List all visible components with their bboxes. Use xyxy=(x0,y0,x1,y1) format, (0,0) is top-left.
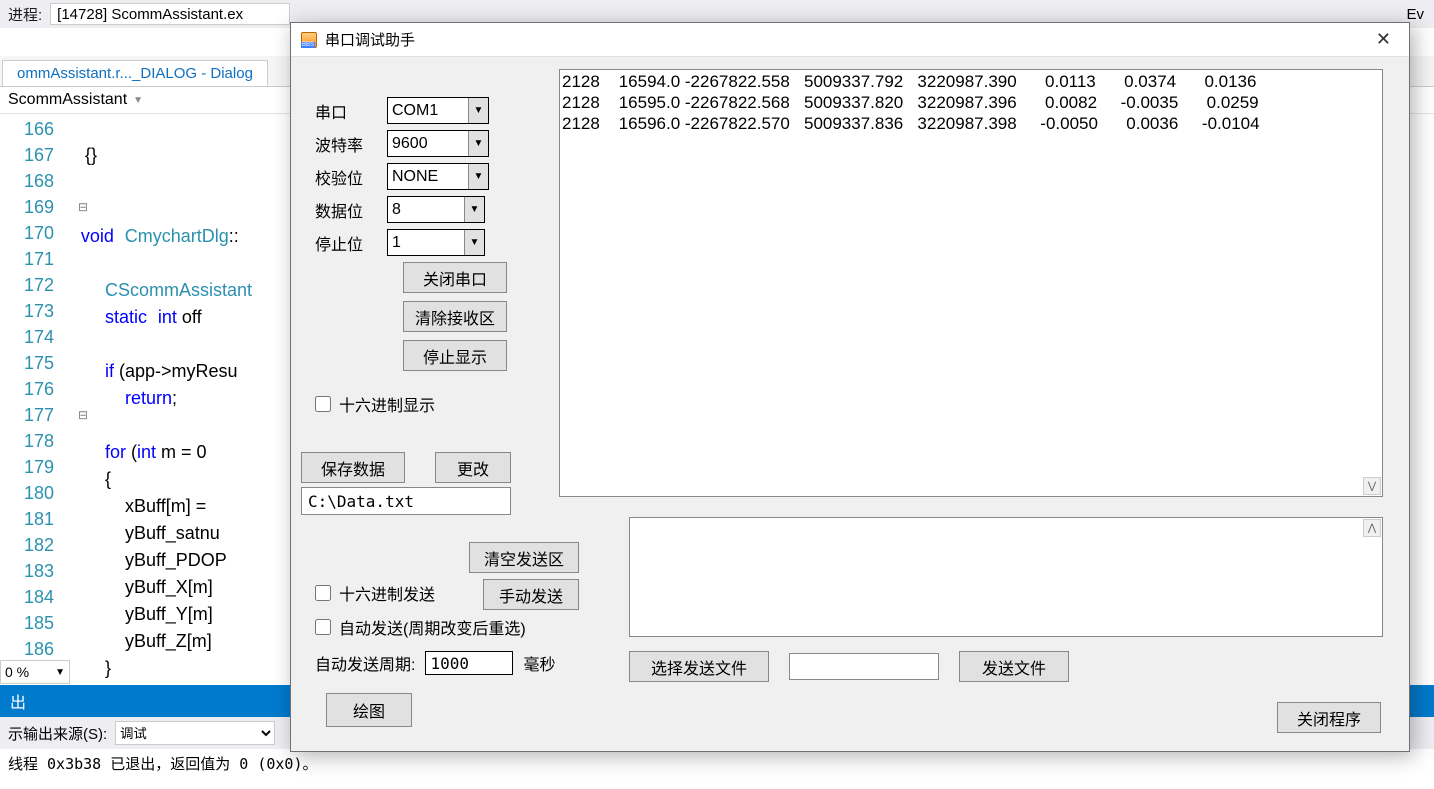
save-row: 保存数据 更改 xyxy=(301,452,511,483)
auto-send-label: 自动发送(周期改变后重选) xyxy=(339,615,526,639)
save-data-button[interactable]: 保存数据 xyxy=(301,452,405,483)
stopbits-label: 停止位 xyxy=(315,231,387,255)
right-label: Ev xyxy=(1406,6,1424,23)
line-number-gutter: 166 167 168 169 170 171 172 173 174 175 … xyxy=(0,116,70,659)
serial-debug-dialog: 串口调试助手 ✕ 串口 COM1▼ 波特率 9600▼ 校验位 NONE▼ 数据… xyxy=(290,22,1410,752)
zoom-combo[interactable]: 0 %▼ xyxy=(0,660,70,684)
close-icon[interactable]: ✕ xyxy=(1368,27,1399,52)
period-unit: 毫秒 xyxy=(523,651,555,675)
port-select[interactable]: COM1▼ xyxy=(387,97,489,124)
period-label: 自动发送周期: xyxy=(315,651,415,675)
clear-recv-button[interactable]: 清除接收区 xyxy=(403,301,507,332)
scroll-up-icon[interactable]: ⋀ xyxy=(1363,519,1381,537)
baud-select[interactable]: 9600▼ xyxy=(387,130,489,157)
period-input[interactable] xyxy=(425,651,513,675)
dialog-titlebar[interactable]: 串口调试助手 ✕ xyxy=(291,23,1409,57)
close-port-button[interactable]: 关闭串口 xyxy=(403,262,507,293)
clear-send-button[interactable]: 清空发送区 xyxy=(469,542,579,573)
auto-send-checkbox-row: 自动发送(周期改变后重选) xyxy=(315,615,526,639)
port-label: 串口 xyxy=(315,99,387,123)
close-program-button[interactable]: 关闭程序 xyxy=(1277,702,1381,733)
hex-send-checkbox-row: 十六进制发送 xyxy=(315,581,435,605)
hex-send-checkbox[interactable] xyxy=(315,585,331,601)
chevron-down-icon: ▼ xyxy=(468,98,488,123)
auto-send-checkbox[interactable] xyxy=(315,619,331,635)
parity-select[interactable]: NONE▼ xyxy=(387,163,489,190)
dialog-body: 串口 COM1▼ 波特率 9600▼ 校验位 NONE▼ 数据位 8▼ 停止位 … xyxy=(291,57,1409,751)
process-combo[interactable] xyxy=(50,3,290,25)
hex-display-checkbox-row: 十六进制显示 xyxy=(315,392,435,416)
chevron-down-icon: ▼ xyxy=(464,230,484,255)
fold-icon[interactable]: ⊟ xyxy=(78,194,88,220)
chevron-down-icon[interactable]: ▼ xyxy=(133,95,143,106)
serial-config: 串口 COM1▼ 波特率 9600▼ 校验位 NONE▼ 数据位 8▼ 停止位 … xyxy=(315,97,489,262)
parity-label: 校验位 xyxy=(315,165,387,189)
baud-label: 波特率 xyxy=(315,132,387,156)
hex-send-label: 十六进制发送 xyxy=(339,581,435,605)
period-row: 自动发送周期: 毫秒 xyxy=(315,651,555,675)
hex-display-checkbox[interactable] xyxy=(315,396,331,412)
file-path-display xyxy=(789,653,939,680)
databits-select[interactable]: 8▼ xyxy=(387,196,485,223)
output-source-select[interactable]: 调试 xyxy=(115,721,275,745)
chevron-down-icon: ▼ xyxy=(468,164,488,189)
send-control-buttons: 清空发送区 手动发送 xyxy=(469,542,579,610)
scroll-down-icon[interactable]: ⋁ xyxy=(1363,477,1381,495)
dialog-title: 串口调试助手 xyxy=(325,29,415,50)
receive-textarea[interactable]: 2128 16594.0 -2267822.558 5009337.792 32… xyxy=(559,69,1383,497)
modify-button[interactable]: 更改 xyxy=(435,452,511,483)
breadcrumb-scope[interactable]: ScommAssistant xyxy=(8,91,127,109)
send-textarea[interactable]: ⋀ xyxy=(629,517,1383,637)
process-label: 进程: xyxy=(8,4,42,25)
hex-display-label: 十六进制显示 xyxy=(339,392,435,416)
chevron-down-icon: ▼ xyxy=(55,667,65,678)
manual-send-button[interactable]: 手动发送 xyxy=(483,579,579,610)
control-buttons: 关闭串口 清除接收区 停止显示 xyxy=(403,262,507,371)
stop-display-button[interactable]: 停止显示 xyxy=(403,340,507,371)
tab-dialog[interactable]: ommAssistant.r..._DIALOG - Dialog xyxy=(2,60,268,86)
chevron-down-icon: ▼ xyxy=(468,131,488,156)
chevron-down-icon: ▼ xyxy=(464,197,484,222)
stopbits-select[interactable]: 1▼ xyxy=(387,229,485,256)
save-path-input[interactable] xyxy=(301,487,511,515)
draw-button[interactable]: 绘图 xyxy=(326,693,412,727)
databits-label: 数据位 xyxy=(315,198,387,222)
send-file-button[interactable]: 发送文件 xyxy=(959,651,1069,682)
file-send-row: 选择发送文件 发送文件 xyxy=(629,651,1069,682)
output-source-label: 示输出来源(S): xyxy=(8,723,107,744)
output-text[interactable]: 线程 0x3b38 已退出，返回值为 0 (0x0)。 xyxy=(0,749,1434,789)
app-icon xyxy=(301,32,317,48)
choose-file-button[interactable]: 选择发送文件 xyxy=(629,651,769,682)
fold-icon[interactable]: ⊟ xyxy=(78,402,88,428)
